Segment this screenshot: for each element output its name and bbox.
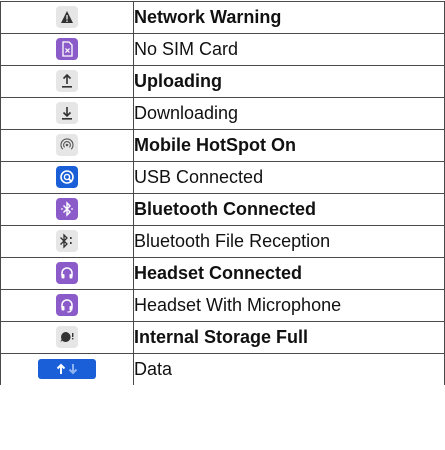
row-label: Headset With Microphone (133, 289, 445, 322)
row-label: USB Connected (133, 161, 445, 194)
row-label: Network Warning (133, 1, 445, 34)
status-icons-table: Network Warning No SIM Card Uploading Do… (0, 1, 445, 385)
data-icon (38, 358, 96, 379)
headset-microphone-icon (56, 293, 78, 316)
table-row: Bluetooth Connected (0, 193, 445, 226)
downloading-icon (56, 101, 78, 124)
uploading-icon (56, 69, 78, 92)
row-label: Bluetooth Connected (133, 193, 445, 226)
table-row: Bluetooth File Reception (0, 225, 445, 258)
usb-connected-icon (56, 165, 78, 188)
mobile-hotspot-icon (56, 134, 78, 156)
bluetooth-connected-icon (56, 197, 78, 220)
row-label: Internal Storage Full (133, 321, 445, 354)
table-row: Network Warning (0, 1, 445, 34)
table-row: Headset With Microphone (0, 289, 445, 322)
row-label: Bluetooth File Reception (133, 225, 445, 258)
table-row: Data (0, 353, 445, 385)
no-sim-card-icon (56, 37, 78, 60)
row-label: Data (133, 353, 445, 385)
table-row: No SIM Card (0, 33, 445, 66)
bluetooth-file-reception-icon (56, 229, 78, 252)
table-row: Internal Storage Full (0, 321, 445, 354)
table-row: Mobile HotSpot On (0, 129, 445, 162)
network-warning-icon (56, 6, 78, 28)
row-label: Mobile HotSpot On (133, 129, 445, 162)
row-label: Uploading (133, 65, 445, 98)
row-label: No SIM Card (133, 33, 445, 66)
table-row: Uploading (0, 65, 445, 98)
row-label: Downloading (133, 97, 445, 130)
storage-full-icon (56, 326, 78, 348)
headset-connected-icon (56, 261, 78, 284)
table-row: Headset Connected (0, 257, 445, 290)
table-row: Downloading (0, 97, 445, 130)
table-row: USB Connected (0, 161, 445, 194)
row-label: Headset Connected (133, 257, 445, 290)
